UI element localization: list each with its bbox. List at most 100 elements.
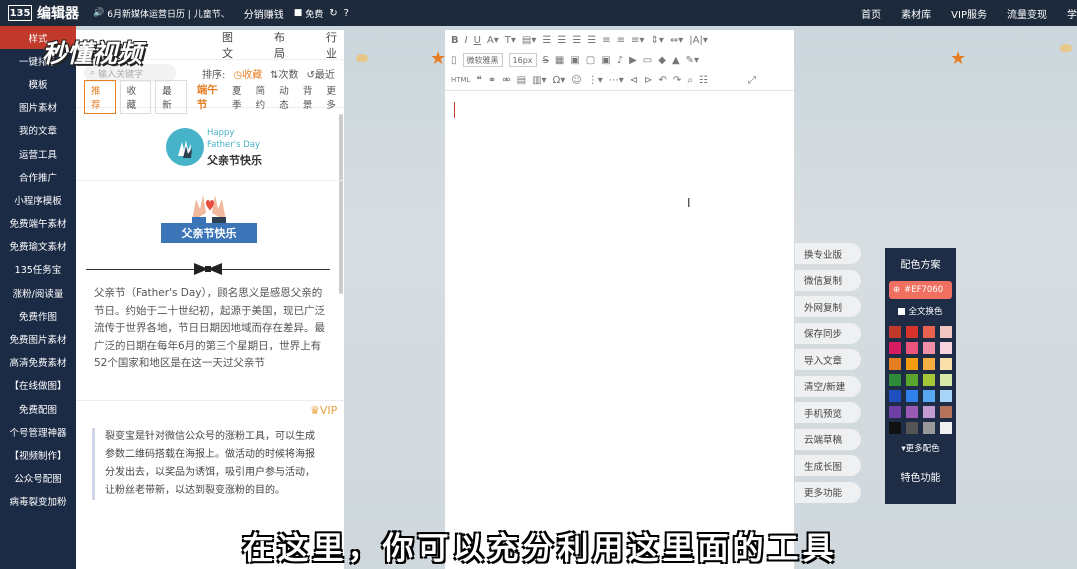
upgrade-pro-button[interactable]: 换专业版: [795, 243, 861, 264]
tag-background[interactable]: 背景: [303, 83, 321, 111]
indent-icon[interactable]: ≡: [602, 35, 610, 46]
tag-animated[interactable]: 动态: [279, 83, 297, 111]
sidebar-item-online-design[interactable]: 【在线做图】: [0, 374, 76, 397]
emoji-icon[interactable]: ☺: [571, 75, 581, 86]
font-family-select[interactable]: 微软雅黑: [462, 53, 503, 67]
import-article-button[interactable]: 导入文章: [795, 349, 861, 370]
color-swatch[interactable]: [889, 342, 901, 354]
sidebar-item-my-articles[interactable]: 我的文章: [0, 119, 76, 142]
color-swatch[interactable]: [940, 390, 952, 402]
sidebar-item-account-art[interactable]: 公众号配图: [0, 467, 76, 490]
map-icon[interactable]: ▭: [643, 55, 652, 66]
insert-image-icon[interactable]: ▣: [601, 55, 610, 66]
color-swatch[interactable]: [923, 342, 935, 354]
sidebar-item-free-art[interactable]: 免费配图: [0, 397, 76, 420]
color-swatch[interactable]: [940, 406, 952, 418]
color-swatch[interactable]: [889, 374, 901, 386]
sidebar-item-growth[interactable]: 涨粉/阅读量: [0, 281, 76, 304]
notice-banner[interactable]: 🔊 6月新媒体运营日历 | 儿童节、: [93, 7, 230, 20]
align-center-icon[interactable]: ☰: [557, 35, 566, 46]
nav-vip[interactable]: VIP服务: [951, 6, 987, 21]
cloud-draft-button[interactable]: 云端草稿: [795, 428, 861, 450]
sort-count[interactable]: ⇅次数: [270, 66, 298, 81]
clear-format-icon[interactable]: ▲: [672, 55, 680, 66]
help-icon[interactable]: ?: [344, 8, 349, 19]
external-copy-button[interactable]: 外网复制: [795, 296, 861, 317]
format-brush-icon[interactable]: ▤: [517, 75, 526, 86]
sidebar-item-viral[interactable]: 病毒裂变加粉: [0, 490, 76, 513]
color-swatch[interactable]: [906, 422, 918, 434]
strikethrough-icon[interactable]: S: [543, 55, 549, 66]
code-icon[interactable]: ▥▾: [532, 75, 546, 86]
long-image-button[interactable]: 生成长图: [795, 455, 861, 476]
line-height-icon[interactable]: ≡▾: [631, 35, 644, 46]
template-card-fission[interactable]: 裂变宝是针对微信公众号的涨粉工具，可以生成参数二维码搭载在海报上。做活动的时候将…: [92, 428, 322, 500]
sidebar-item-free-text[interactable]: 免费瑜文素材: [0, 235, 76, 258]
background-color-icon[interactable]: ▤▾: [522, 35, 536, 46]
color-swatch[interactable]: [889, 358, 901, 370]
color-swatch[interactable]: [906, 390, 918, 402]
fullscreen-icon[interactable]: ⤢: [748, 75, 756, 86]
color-swatch[interactable]: [889, 406, 901, 418]
more-colors-button[interactable]: ▾更多配色: [885, 442, 956, 454]
color-swatch[interactable]: [923, 406, 935, 418]
template-card-fathers-day-1[interactable]: Happy Father's Day 父亲节快乐: [76, 122, 338, 180]
insert-before-icon[interactable]: ⊲: [630, 75, 638, 86]
nav-monetize[interactable]: 流量变现: [1007, 6, 1047, 21]
filter-recommend[interactable]: 推荐: [84, 79, 116, 114]
template-icon[interactable]: ☷: [699, 75, 708, 86]
distribution-link[interactable]: 分销赚钱: [244, 6, 284, 21]
logo-mark[interactable]: 135: [8, 5, 32, 21]
free-toggle[interactable]: ■ 免费: [294, 7, 324, 20]
undo-icon[interactable]: ↶: [659, 75, 667, 86]
tag-dragonboat[interactable]: 端午节: [197, 82, 226, 112]
sidebar-item-task[interactable]: 135任务宝: [0, 258, 76, 281]
video-icon[interactable]: ▶: [629, 55, 637, 66]
tab-layout[interactable]: 布局: [274, 30, 292, 61]
clear-new-button[interactable]: 清空/新建: [795, 375, 861, 397]
color-swatch[interactable]: [940, 422, 952, 434]
redo-icon[interactable]: ↷: [673, 75, 681, 86]
color-swatch[interactable]: [906, 374, 918, 386]
sidebar-item-free-images[interactable]: 免费图片素材: [0, 327, 76, 350]
color-swatch[interactable]: [940, 342, 952, 354]
color-swatch[interactable]: [940, 374, 952, 386]
underline-icon[interactable]: U: [474, 35, 481, 46]
font-style-icon[interactable]: T▾: [505, 35, 516, 46]
font-color-icon[interactable]: A▾: [487, 35, 499, 46]
color-swatch[interactable]: [923, 358, 935, 370]
align-right-icon[interactable]: ☰: [572, 35, 581, 46]
sidebar-item-dragonboat[interactable]: 免费端午素材: [0, 212, 76, 235]
wechat-copy-button[interactable]: 微信复制: [795, 269, 861, 291]
sidebar-item-ops-tools[interactable]: 运营工具: [0, 142, 76, 165]
mic-icon[interactable]: ♪: [617, 55, 623, 66]
color-swatch[interactable]: [940, 358, 952, 370]
pen-icon[interactable]: ✎▾: [686, 55, 699, 66]
filter-latest[interactable]: 最新: [155, 79, 187, 114]
ordered-list-icon[interactable]: ⋮▾: [588, 75, 603, 86]
color-swatch[interactable]: [923, 422, 935, 434]
sort-recent[interactable]: ↺最近: [307, 66, 335, 81]
special-char-icon[interactable]: Ω▾: [553, 75, 566, 86]
font-size-select[interactable]: 16px: [508, 53, 537, 67]
template-card-fathers-day-2[interactable]: 父亲节快乐 父亲节（Father's Day），顾名思义是感恩父亲的节日。约始于…: [76, 185, 338, 405]
align-justify-icon[interactable]: ☰: [587, 35, 596, 46]
nav-home[interactable]: 首页: [861, 6, 881, 21]
sidebar-item-free-design[interactable]: 免费作图: [0, 304, 76, 327]
link-icon[interactable]: ⚭: [488, 75, 496, 86]
sort-favorite[interactable]: ◷收藏: [233, 66, 262, 81]
all-text-recolor-toggle[interactable]: 全文换色: [885, 305, 956, 317]
tab-image-text[interactable]: 图文: [222, 30, 240, 61]
filter-favorites[interactable]: 收藏: [119, 79, 152, 114]
italic-icon[interactable]: I: [465, 35, 468, 46]
quote-icon[interactable]: ❝: [476, 75, 481, 86]
sidebar-item-account-manager[interactable]: 个号管理神器: [0, 420, 76, 443]
eraser-icon[interactable]: ◆: [658, 55, 666, 66]
app-name[interactable]: 编辑器: [37, 3, 79, 23]
sidebar-item-promotion[interactable]: 合作推广: [0, 165, 76, 188]
sidebar-item-hd-materials[interactable]: 高清免费素材: [0, 351, 76, 374]
bold-icon[interactable]: B: [451, 35, 459, 46]
color-swatch[interactable]: [906, 326, 918, 338]
current-color-button[interactable]: ⊕ #EF7060: [889, 281, 952, 299]
tag-more[interactable]: 更多: [326, 83, 344, 111]
